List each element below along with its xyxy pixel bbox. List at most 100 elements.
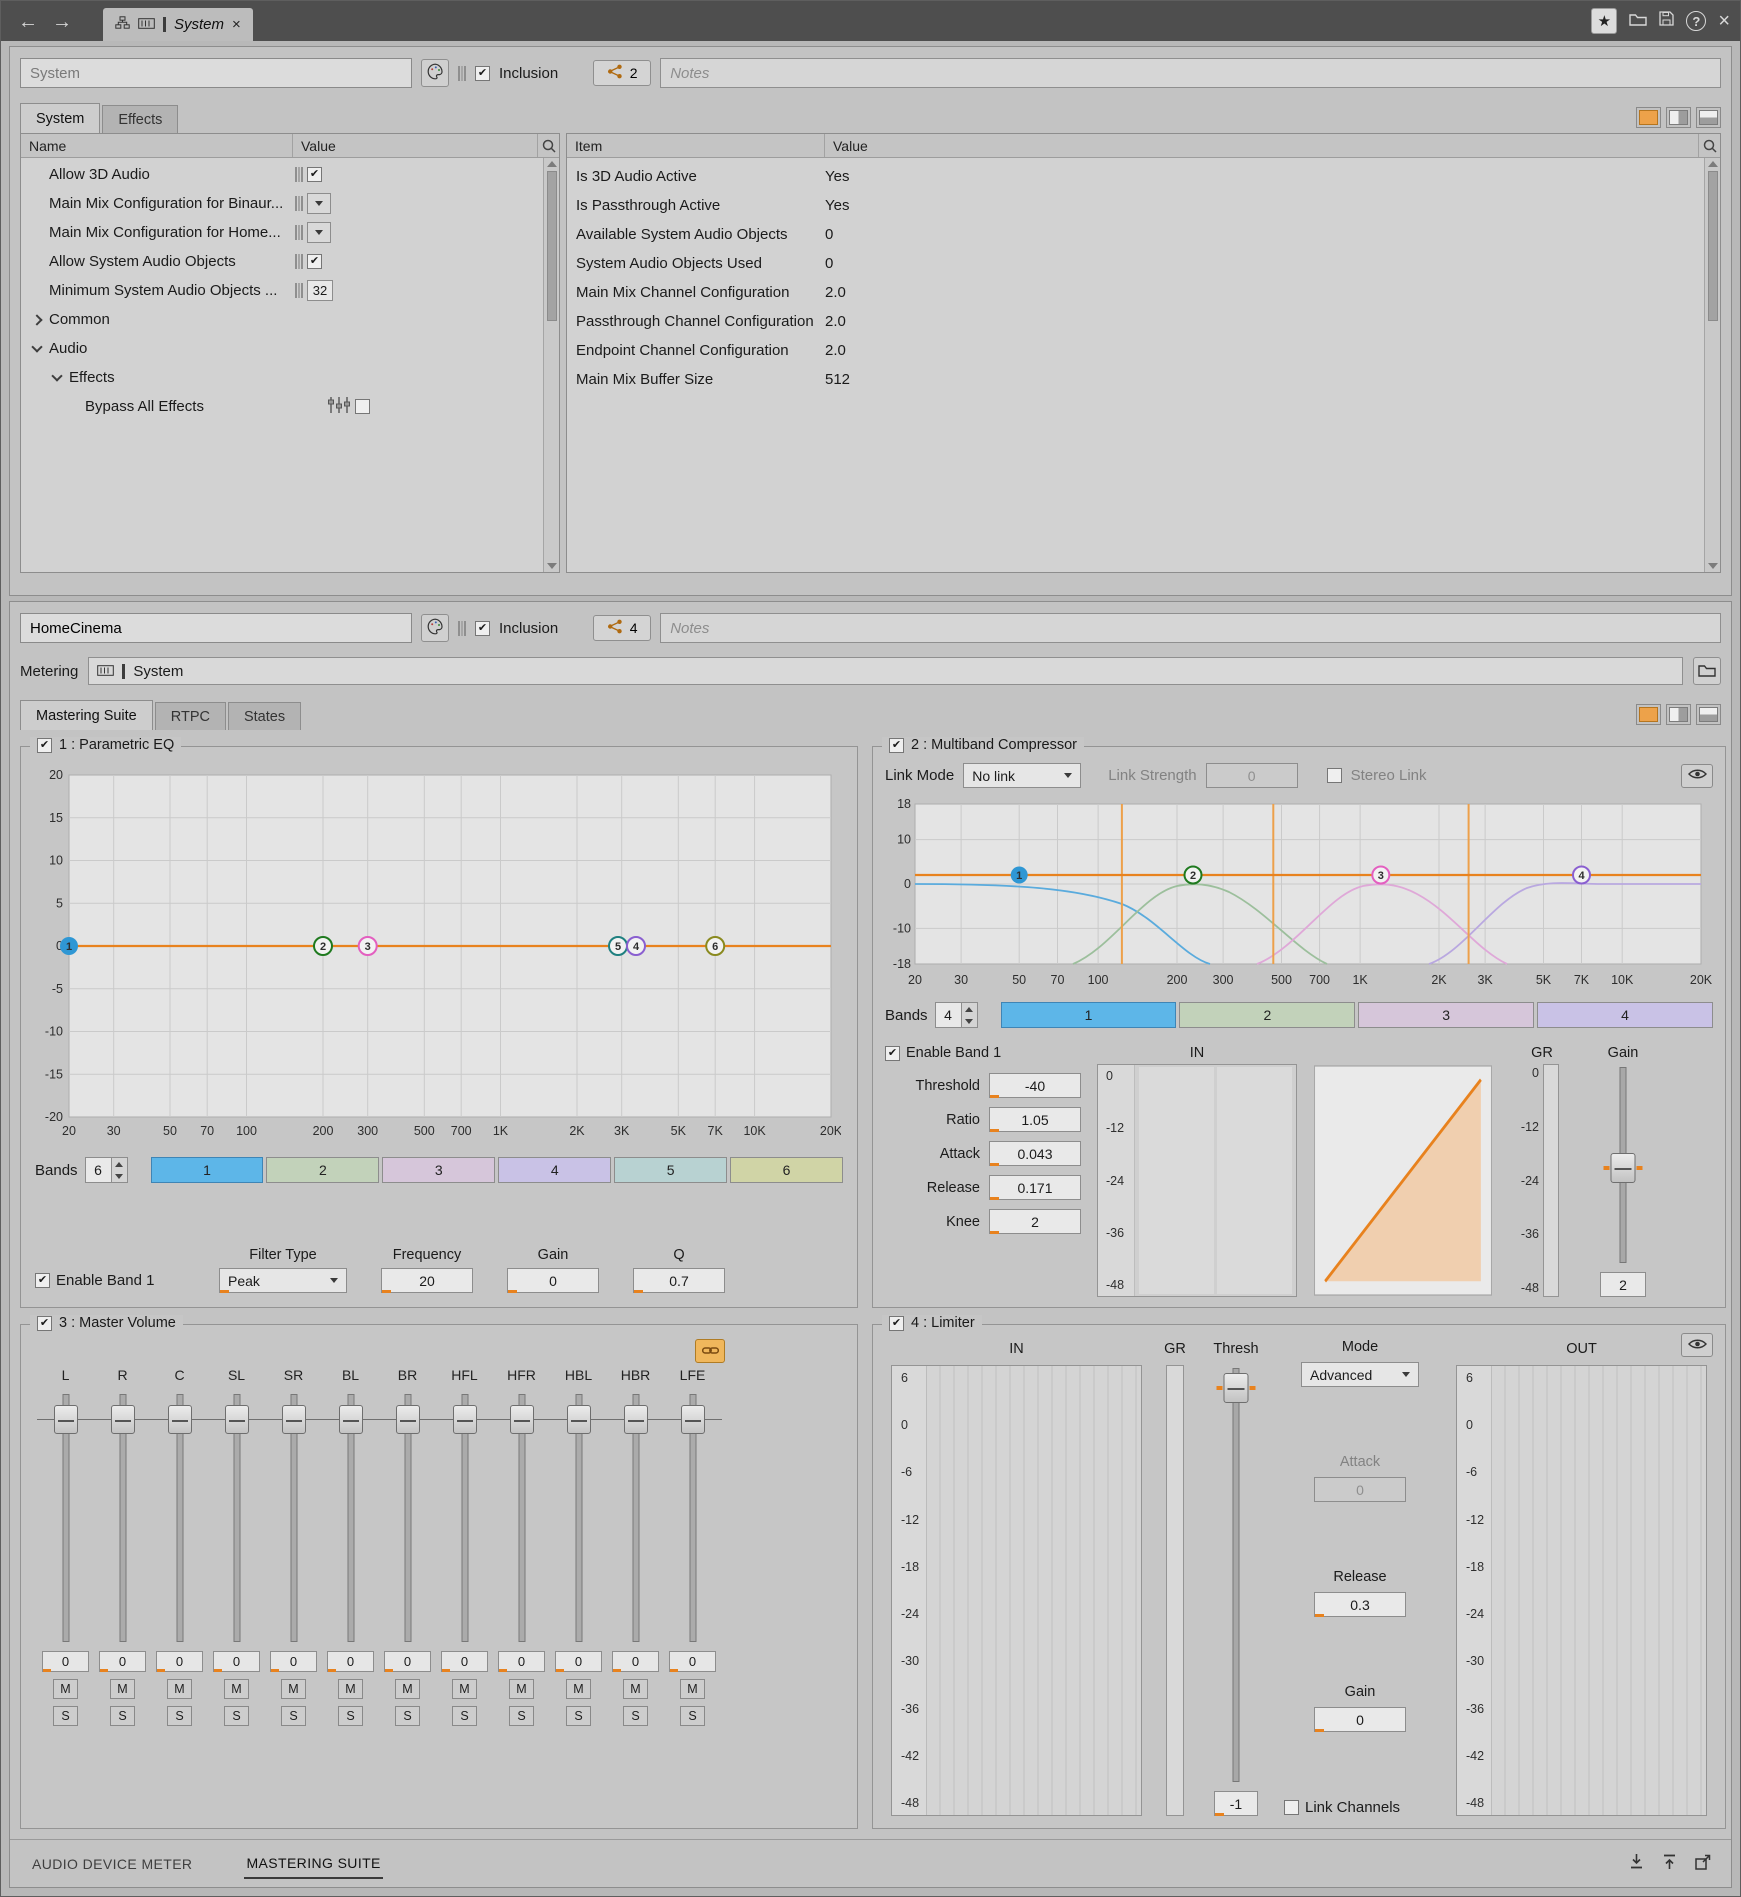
solo-button[interactable]: S [623, 1706, 648, 1726]
channel-volume-field[interactable]: 0 [42, 1651, 89, 1672]
solo-button[interactable]: S [452, 1706, 477, 1726]
layout-split-horizontal-button[interactable] [1696, 107, 1721, 128]
gain-field[interactable]: 0 [507, 1268, 599, 1293]
channel-volume-field[interactable]: 0 [270, 1651, 317, 1672]
mute-button[interactable]: M [566, 1679, 591, 1699]
mute-button[interactable]: M [395, 1679, 420, 1699]
bypass-all-effects-checkbox[interactable] [355, 399, 370, 414]
table-row[interactable]: Main Mix Configuration for Home... [21, 218, 543, 247]
scroll-down-arrow[interactable] [1708, 563, 1718, 569]
eq-band-4-button[interactable]: 4 [498, 1157, 611, 1183]
compressor-band-2-button[interactable]: 2 [1179, 1002, 1355, 1028]
pop-out-icon[interactable] [1695, 1854, 1711, 1874]
compressor-band-marker[interactable]: 3 [1372, 867, 1389, 884]
rtpc-pin-icon[interactable] [295, 224, 303, 241]
gain-field[interactable]: 0 [1314, 1707, 1406, 1732]
compressor-enable-checkbox[interactable] [889, 738, 904, 753]
release-field[interactable]: 0.171 [989, 1175, 1081, 1200]
eq-band-1-button[interactable]: 1 [151, 1157, 264, 1183]
channel-volume-field[interactable]: 0 [498, 1651, 545, 1672]
q-field[interactable]: 0.7 [633, 1268, 725, 1293]
channel-fader[interactable] [500, 1392, 544, 1644]
solo-button[interactable]: S [566, 1706, 591, 1726]
tab-rtpc[interactable]: RTPC [155, 702, 226, 730]
channel-fader[interactable] [443, 1392, 487, 1644]
compressor-band-3-button[interactable]: 3 [1358, 1002, 1534, 1028]
solo-button[interactable]: S [224, 1706, 249, 1726]
document-tab[interactable]: System × [103, 8, 253, 41]
mute-button[interactable]: M [452, 1679, 477, 1699]
solo-button[interactable]: S [53, 1706, 78, 1726]
knee-field[interactable]: 2 [989, 1209, 1081, 1234]
solo-button[interactable]: S [680, 1706, 705, 1726]
mute-button[interactable]: M [281, 1679, 306, 1699]
table-row[interactable]: Allow System Audio Objects [21, 247, 543, 276]
inclusion-checkbox[interactable] [475, 66, 490, 81]
table-row[interactable]: Bypass All Effects [21, 392, 543, 421]
channel-volume-field[interactable]: 0 [669, 1651, 716, 1672]
mute-button[interactable]: M [167, 1679, 192, 1699]
mute-button[interactable]: M [338, 1679, 363, 1699]
eq-band-marker[interactable]: 5 [609, 937, 627, 955]
frequency-field[interactable]: 20 [381, 1268, 473, 1293]
min-system-audio-objects-field[interactable]: 32 [307, 280, 333, 301]
spin-down-arrow[interactable] [962, 1015, 977, 1027]
value-column-header[interactable]: Value [825, 134, 1698, 157]
scroll-up-arrow[interactable] [547, 161, 557, 167]
layout-single-button[interactable] [1636, 704, 1661, 725]
solo-monitor-button[interactable] [1681, 764, 1713, 788]
master-volume-enable-checkbox[interactable] [37, 1316, 52, 1331]
layout-split-vertical-button[interactable] [1666, 704, 1691, 725]
solo-button[interactable]: S [281, 1706, 306, 1726]
notes-input[interactable] [660, 58, 1721, 88]
table-row[interactable]: Main Mix Channel Configuration2.0 [567, 278, 1704, 307]
tab-mastering-suite-footer[interactable]: MASTERING SUITE [244, 1849, 382, 1879]
table-row[interactable]: Main Mix Buffer Size512 [567, 365, 1704, 394]
stereo-link-checkbox[interactable] [1327, 768, 1342, 783]
compressor-band-4-button[interactable]: 4 [1537, 1002, 1713, 1028]
config-dropdown[interactable] [307, 193, 331, 214]
save-button[interactable] [1659, 11, 1674, 31]
scrollbar-thumb[interactable] [547, 171, 557, 321]
mute-button[interactable]: M [53, 1679, 78, 1699]
limiter-enable-checkbox[interactable] [889, 1316, 904, 1331]
channel-volume-field[interactable]: 0 [99, 1651, 146, 1672]
compressor-band-marker[interactable]: 2 [1185, 867, 1202, 884]
table-row[interactable]: Audio [21, 334, 543, 363]
object-name-input[interactable] [20, 58, 412, 88]
layout-split-vertical-button[interactable] [1666, 107, 1691, 128]
tab-effects[interactable]: Effects [102, 105, 178, 133]
channel-fader[interactable] [158, 1392, 202, 1644]
spin-down-arrow[interactable] [112, 1170, 127, 1182]
eq-band-marker[interactable]: 4 [627, 937, 645, 955]
channel-volume-field[interactable]: 0 [384, 1651, 431, 1672]
solo-button[interactable]: S [338, 1706, 363, 1726]
channel-volume-field[interactable]: 0 [156, 1651, 203, 1672]
enable-band-1-checkbox[interactable] [35, 1273, 50, 1288]
multiband-compressor-graph[interactable]: 18100-10-18 203050701002003005007001K2K3… [885, 798, 1713, 990]
table-row[interactable]: Common [21, 305, 543, 334]
close-button[interactable]: × [1718, 10, 1730, 33]
back-button[interactable]: ← [11, 7, 45, 37]
channel-fader[interactable] [215, 1392, 259, 1644]
table-row[interactable]: Passthrough Channel Configuration2.0 [567, 307, 1704, 336]
solo-monitor-button[interactable] [1681, 1333, 1713, 1357]
table-row[interactable]: Available System Audio Objects0 [567, 220, 1704, 249]
channel-fader[interactable] [557, 1392, 601, 1644]
compressor-band-marker[interactable]: 1 [1011, 867, 1028, 884]
parametric-eq-graph[interactable]: 20151050-5-10-15-20 20305070100200300500… [35, 767, 841, 1145]
sharesets-button[interactable]: 2 [593, 60, 651, 86]
expander-icon[interactable] [31, 314, 42, 325]
eq-band-marker[interactable]: 1 [60, 937, 78, 955]
mute-button[interactable]: M [680, 1679, 705, 1699]
solo-button[interactable]: S [395, 1706, 420, 1726]
scroll-down-arrow[interactable] [547, 563, 557, 569]
item-column-header[interactable]: Item [567, 134, 825, 157]
spin-up-arrow[interactable] [112, 1158, 127, 1170]
channel-fader[interactable] [272, 1392, 316, 1644]
import-icon[interactable] [1629, 1853, 1644, 1874]
enable-band-1-checkbox[interactable] [885, 1046, 900, 1061]
compressor-band-marker[interactable]: 4 [1573, 867, 1590, 884]
channel-fader[interactable] [44, 1392, 88, 1644]
channel-volume-field[interactable]: 0 [612, 1651, 659, 1672]
